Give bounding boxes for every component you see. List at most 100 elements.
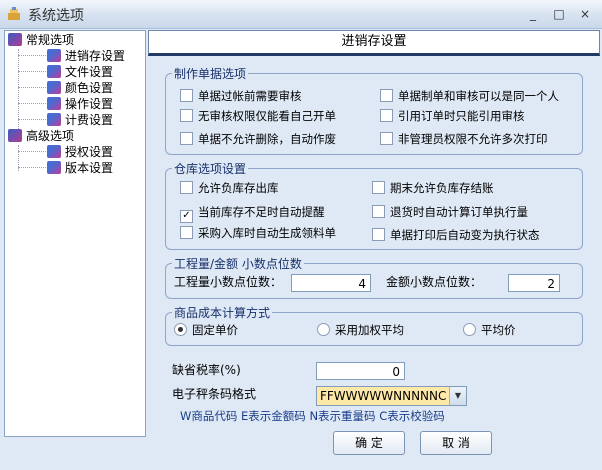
checkbox-label: 单据制单和审核可以是同一个人	[398, 89, 559, 103]
tree-item-label: 操作设置	[65, 97, 114, 111]
checkbox-label: 引用订单时只能引用审核	[398, 109, 525, 123]
barcode-format-label: 电子秤条码格式	[172, 387, 257, 401]
tree-item-operation[interactable]: 操作设置	[47, 96, 113, 112]
quantity-decimals-input[interactable]: 4	[291, 274, 371, 292]
panel-title: 进销存设置	[148, 30, 600, 56]
tax-rate-input[interactable]: 0	[316, 362, 405, 380]
checkbox-label: 无审核权限仅能看自己开单	[198, 109, 336, 123]
checkbox-box[interactable]	[180, 109, 193, 122]
ok-button[interactable]: 确 定	[333, 431, 405, 455]
tree-node-advanced[interactable]: 高级选项	[8, 128, 74, 144]
checkbox-return-calc[interactable]: 退货时自动计算订单执行量	[372, 205, 528, 219]
tree-item-file[interactable]: 文件设置	[47, 64, 113, 80]
checkbox-negative-close[interactable]: 期末允许负库存结账	[372, 181, 494, 195]
checkbox-box[interactable]	[180, 181, 193, 194]
checkbox-audited-orders[interactable]: 引用订单时只能引用审核	[380, 109, 525, 123]
title-bar: 系统选项 _ □ ×	[0, 0, 602, 29]
settings-icon	[47, 161, 61, 174]
settings-icon	[47, 65, 61, 78]
folder-icon	[8, 33, 22, 46]
checkbox-label: 单据过帐前需要审核	[198, 89, 302, 103]
checkbox-box[interactable]	[380, 89, 393, 102]
checkbox-auto-requisition[interactable]: 采购入库时自动生成领料单	[180, 226, 336, 240]
decimals-group: 工程量/金额 小数点位数 工程量小数点位数： 4 金额小数点位数： 2	[165, 255, 583, 299]
checkbox-no-reprint[interactable]: 非管理员权限不允许多次打印	[380, 132, 548, 146]
checkbox-box[interactable]: ✓	[180, 210, 193, 223]
tree-item-version[interactable]: 版本设置	[47, 160, 113, 176]
checkbox-same-person[interactable]: 单据制单和审核可以是同一个人	[380, 89, 559, 103]
tax-rate-label: 缺省税率(%)	[172, 363, 241, 377]
tree-line	[18, 87, 46, 88]
checkbox-box[interactable]	[180, 89, 193, 102]
radio-dot[interactable]	[317, 323, 330, 336]
cancel-button[interactable]: 取 消	[420, 431, 492, 455]
radio-dot[interactable]	[463, 323, 476, 336]
barcode-legend-note: W商品代码 E表示金额码 N表示重量码 C表示校验码	[180, 409, 445, 423]
window-title: 系统选项	[28, 8, 84, 24]
checkbox-own-orders-only[interactable]: 无审核权限仅能看自己开单	[180, 109, 336, 123]
checkbox-negative-stock[interactable]: 允许负库存出库	[180, 181, 279, 195]
tree-item-label: 计费设置	[65, 113, 114, 127]
maximize-button[interactable]: □	[548, 6, 570, 23]
quantity-decimals-label: 工程量小数点位数：	[174, 275, 283, 289]
tree-item-label: 进销存设置	[65, 49, 126, 63]
tree-item-color[interactable]: 颜色设置	[47, 80, 113, 96]
radio-label: 采用加权平均	[335, 323, 404, 337]
group-legend: 工程量/金额 小数点位数	[172, 255, 304, 272]
checkbox-label: 允许负库存出库	[198, 181, 279, 195]
cost-method-group: 商品成本计算方式 固定单价 采用加权平均 平均价	[165, 304, 583, 346]
checkbox-box[interactable]	[380, 132, 393, 145]
group-legend: 商品成本计算方式	[172, 304, 273, 321]
group-legend: 制作单据选项	[172, 65, 249, 82]
checkbox-box[interactable]	[372, 181, 385, 194]
checkbox-label: 期末允许负库存结账	[390, 181, 494, 195]
checkbox-no-delete[interactable]: 单据不允许删除，自动作废	[180, 132, 336, 146]
radio-weighted-average[interactable]: 采用加权平均	[317, 323, 404, 337]
barcode-format-value: FFWWWWWNNNNNC	[320, 389, 447, 403]
settings-icon	[47, 113, 61, 126]
chevron-down-icon[interactable]: ▼	[449, 387, 466, 405]
warehouse-options-group: 仓库选项设置 允许负库存出库 期末允许负库存结账 ✓ 当前库存不足时自动提醒 退货…	[165, 160, 583, 250]
tree-line	[18, 71, 46, 72]
checkbox-label: 当前库存不足时自动提醒	[198, 205, 325, 219]
radio-average-price[interactable]: 平均价	[463, 323, 516, 337]
checkbox-label: 非管理员权限不允许多次打印	[398, 132, 548, 146]
tree-item-label: 版本设置	[65, 161, 114, 175]
tree-item-inventory[interactable]: 进销存设置	[47, 48, 125, 64]
tree-item-label: 文件设置	[65, 65, 114, 79]
barcode-format-select[interactable]: FFWWWWWNNNNNC ▼	[316, 386, 467, 406]
checkbox-label: 退货时自动计算订单执行量	[390, 205, 528, 219]
settings-icon	[47, 81, 61, 94]
checkbox-print-execute[interactable]: 单据打印后自动变为执行状态	[372, 228, 540, 242]
checkbox-box[interactable]	[180, 226, 193, 239]
radio-fixed-price[interactable]: 固定单价	[174, 323, 238, 337]
tree-line	[18, 119, 46, 120]
checkbox-box[interactable]	[372, 228, 385, 241]
tree-item-license[interactable]: 授权设置	[47, 144, 113, 160]
document-options-group: 制作单据选项 单据过帐前需要审核 单据制单和审核可以是同一个人 无审核权限仅能看…	[165, 65, 583, 155]
checkbox-box[interactable]	[380, 109, 393, 122]
tree-line	[18, 55, 46, 56]
minimize-button[interactable]: _	[522, 6, 544, 23]
settings-icon	[47, 49, 61, 62]
radio-label: 固定单价	[192, 323, 238, 337]
amount-decimals-input[interactable]: 2	[508, 274, 560, 292]
settings-icon	[47, 97, 61, 110]
checkbox-box[interactable]	[180, 132, 193, 145]
radio-label: 平均价	[481, 323, 516, 337]
radio-dot[interactable]	[174, 323, 187, 336]
tree-item-billing[interactable]: 计费设置	[47, 112, 113, 128]
tree-line	[18, 151, 46, 152]
tree-node-label: 高级选项	[26, 129, 75, 143]
checkbox-require-audit[interactable]: 单据过帐前需要审核	[180, 89, 302, 103]
folder-icon	[8, 129, 22, 142]
tree-line	[18, 167, 46, 168]
tree-item-label: 授权设置	[65, 145, 114, 159]
checkbox-box[interactable]	[372, 205, 385, 218]
options-tree[interactable]: 常规选项 进销存设置 文件设置 颜色设置 操作设置 计费设置 高级选项 授权设置…	[4, 30, 146, 437]
group-legend: 仓库选项设置	[172, 160, 249, 177]
checkbox-low-stock-alert[interactable]: ✓ 当前库存不足时自动提醒	[180, 205, 325, 223]
checkbox-label: 采购入库时自动生成领料单	[198, 226, 336, 240]
close-button[interactable]: ×	[574, 6, 596, 23]
tree-node-general[interactable]: 常规选项	[8, 32, 74, 48]
